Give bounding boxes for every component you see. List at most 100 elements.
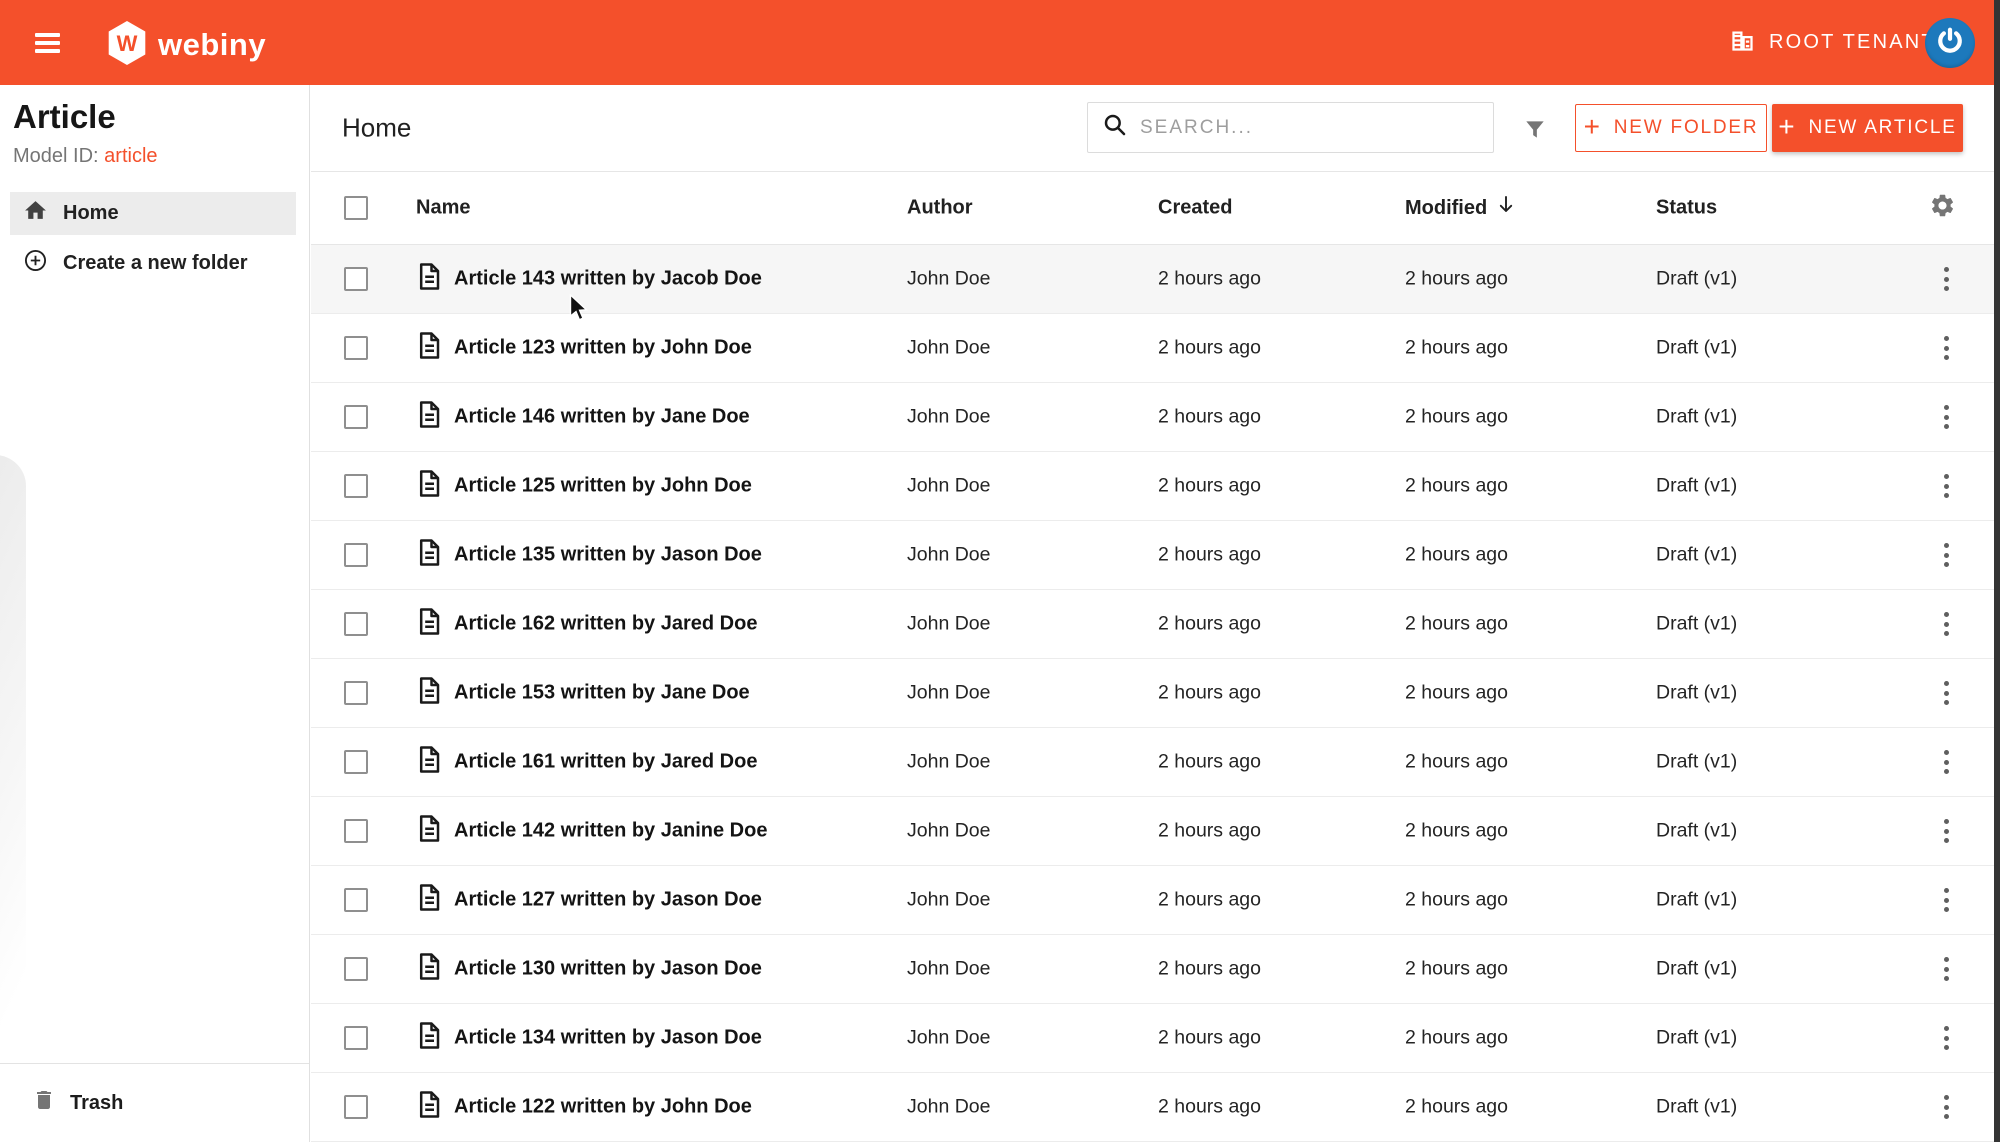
kebab-icon[interactable] (1940, 815, 1953, 847)
row-name[interactable]: Article 146 written by Jane Doe (454, 406, 750, 429)
funnel-icon[interactable] (1522, 117, 1548, 143)
sidebar-item-home[interactable]: Home (10, 192, 296, 235)
table-row[interactable]: Article 162 written by Jared Doe John Do… (311, 590, 2000, 659)
main-content: Home + NEW FOLDER + (311, 85, 2000, 1142)
gear-icon[interactable] (1929, 192, 1956, 224)
kebab-icon[interactable] (1940, 953, 1953, 985)
row-status-badge: Draft (v1) (1656, 612, 1738, 635)
kebab-icon[interactable] (1940, 470, 1953, 502)
row-checkbox[interactable] (344, 888, 368, 912)
table-row[interactable]: Article 127 written by Jason Doe John Do… (311, 866, 2000, 935)
row-name[interactable]: Article 122 written by John Doe (454, 1096, 752, 1119)
row-checkbox[interactable] (344, 819, 368, 843)
new-article-button[interactable]: + NEW ARTICLE (1772, 104, 1963, 152)
row-status-badge: Draft (v1) (1656, 750, 1738, 773)
row-checkbox[interactable] (344, 267, 368, 291)
row-name[interactable]: Article 161 written by Jared Doe (454, 751, 757, 774)
row-checkbox[interactable] (344, 336, 368, 360)
row-name[interactable]: Article 130 written by Jason Doe (454, 958, 762, 981)
hamburger-icon[interactable] (35, 33, 60, 53)
row-name[interactable]: Article 142 written by Janine Doe (454, 820, 767, 843)
column-header-created[interactable]: Created (1158, 197, 1232, 220)
row-created: 2 hours ago (1158, 681, 1261, 704)
row-name[interactable]: Article 127 written by Jason Doe (454, 889, 762, 912)
row-author: John Doe (907, 474, 991, 497)
top-app-bar: W webiny ROOT TENANT (0, 0, 2000, 85)
row-name[interactable]: Article 125 written by John Doe (454, 475, 752, 498)
table-row[interactable]: Article 130 written by Jason Doe John Do… (311, 935, 2000, 1004)
model-id-value[interactable]: article (104, 145, 157, 167)
table-row[interactable]: Article 123 written by John Doe John Doe… (311, 314, 2000, 383)
row-checkbox[interactable] (344, 957, 368, 981)
kebab-icon[interactable] (1940, 1022, 1953, 1054)
webiny-logo[interactable]: W (106, 20, 148, 71)
row-checkbox[interactable] (344, 681, 368, 705)
table-row[interactable]: Article 134 written by Jason Doe John Do… (311, 1004, 2000, 1073)
row-name[interactable]: Article 143 written by Jacob Doe (454, 268, 762, 291)
row-name[interactable]: Article 123 written by John Doe (454, 337, 752, 360)
kebab-icon[interactable] (1940, 332, 1953, 364)
trash-label: Trash (70, 1091, 124, 1114)
table-row[interactable]: Article 161 written by Jared Doe John Do… (311, 728, 2000, 797)
row-checkbox[interactable] (344, 612, 368, 636)
row-checkbox[interactable] (344, 750, 368, 774)
row-author: John Doe (907, 612, 991, 635)
kebab-icon[interactable] (1940, 401, 1953, 433)
row-modified: 2 hours ago (1405, 612, 1508, 635)
row-created: 2 hours ago (1158, 405, 1261, 428)
row-author: John Doe (907, 819, 991, 842)
plus-icon: + (1583, 110, 1602, 142)
table-row[interactable]: Article 135 written by Jason Doe John Do… (311, 521, 2000, 590)
kebab-icon[interactable] (1940, 746, 1953, 778)
row-checkbox[interactable] (344, 543, 368, 567)
row-checkbox[interactable] (344, 474, 368, 498)
column-header-status[interactable]: Status (1656, 197, 1717, 220)
user-avatar[interactable] (1925, 18, 1975, 68)
row-author: John Doe (907, 1026, 991, 1049)
search-input[interactable] (1140, 116, 1440, 139)
vertical-scrollbar[interactable] (1994, 0, 2000, 1142)
new-folder-button[interactable]: + NEW FOLDER (1575, 104, 1767, 152)
row-checkbox[interactable] (344, 405, 368, 429)
row-created: 2 hours ago (1158, 819, 1261, 842)
table-row[interactable]: Article 142 written by Janine Doe John D… (311, 797, 2000, 866)
tenant-selector[interactable]: ROOT TENANT (1729, 0, 1936, 85)
search-box (1087, 102, 1494, 153)
sidebar-item-label: Home (63, 202, 119, 224)
tenant-label: ROOT TENANT (1769, 31, 1936, 53)
row-checkbox[interactable] (344, 1026, 368, 1050)
table-row[interactable]: Article 122 written by John Doe John Doe… (311, 1073, 2000, 1142)
file-text-icon (418, 884, 441, 917)
row-name[interactable]: Article 134 written by Jason Doe (454, 1027, 762, 1050)
table-row[interactable]: Article 143 written by Jacob Doe John Do… (311, 245, 2000, 314)
column-header-name[interactable]: Name (416, 197, 470, 220)
sidebar-item-trash[interactable]: Trash (0, 1063, 309, 1142)
row-author: John Doe (907, 405, 991, 428)
kebab-icon[interactable] (1940, 539, 1953, 571)
webiny-cms-screen: W webiny ROOT TENANT Article Model ID: a… (0, 0, 2000, 1142)
row-name[interactable]: Article 153 written by Jane Doe (454, 682, 750, 705)
power-icon (1935, 26, 1965, 61)
row-status-badge: Draft (v1) (1656, 405, 1738, 428)
file-text-icon (418, 1022, 441, 1055)
breadcrumb[interactable]: Home (342, 113, 411, 144)
table-row[interactable]: Article 146 written by Jane Doe John Doe… (311, 383, 2000, 452)
column-header-modified[interactable]: Modified (1405, 195, 1515, 221)
kebab-icon[interactable] (1940, 263, 1953, 295)
row-status-badge: Draft (v1) (1656, 474, 1738, 497)
svg-text:W: W (117, 31, 138, 56)
select-all-checkbox[interactable] (344, 196, 368, 220)
kebab-icon[interactable] (1940, 677, 1953, 709)
kebab-icon[interactable] (1940, 1091, 1953, 1123)
table-row[interactable]: Article 153 written by Jane Doe John Doe… (311, 659, 2000, 728)
table-row[interactable]: Article 125 written by John Doe John Doe… (311, 452, 2000, 521)
column-header-author[interactable]: Author (907, 197, 973, 220)
kebab-icon[interactable] (1940, 608, 1953, 640)
row-created: 2 hours ago (1158, 543, 1261, 566)
row-name[interactable]: Article 135 written by Jason Doe (454, 544, 762, 567)
row-author: John Doe (907, 1095, 991, 1118)
row-checkbox[interactable] (344, 1095, 368, 1119)
row-name[interactable]: Article 162 written by Jared Doe (454, 613, 757, 636)
sidebar-item-create-folder[interactable]: Create a new folder (10, 243, 296, 283)
kebab-icon[interactable] (1940, 884, 1953, 916)
